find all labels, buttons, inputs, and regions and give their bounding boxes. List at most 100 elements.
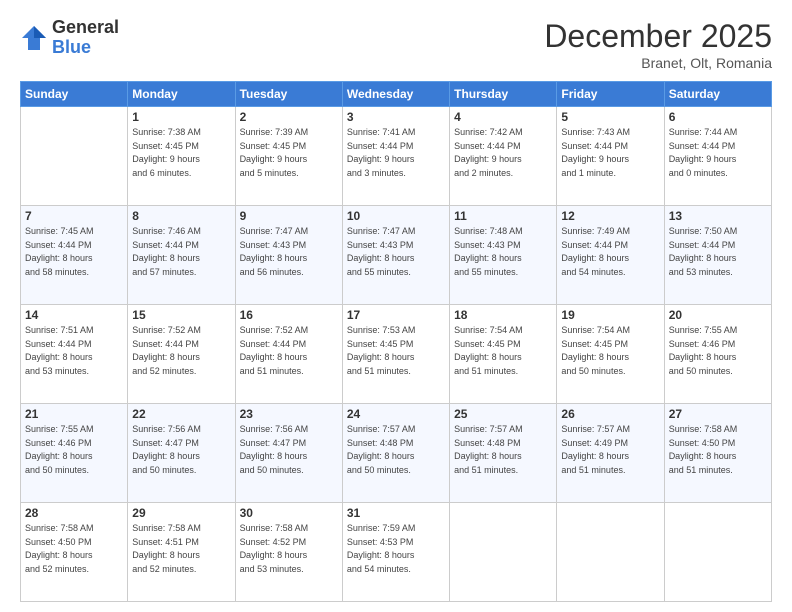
day-number: 24 <box>347 407 445 421</box>
day-info: Sunrise: 7:46 AM Sunset: 4:44 PM Dayligh… <box>132 225 230 279</box>
calendar-week-row: 1 Sunrise: 7:38 AM Sunset: 4:45 PM Daylig… <box>21 107 772 206</box>
day-number: 21 <box>25 407 123 421</box>
day-info: Sunrise: 7:47 AM Sunset: 4:43 PM Dayligh… <box>240 225 338 279</box>
table-cell: 10Sunrise: 7:47 AM Sunset: 4:43 PM Dayli… <box>342 206 449 305</box>
table-cell: 6Sunrise: 7:44 AM Sunset: 4:44 PM Daylig… <box>664 107 771 206</box>
month-title: December 2025 <box>544 18 772 55</box>
day-info: Sunrise: 7:58 AM Sunset: 4:50 PM Dayligh… <box>669 423 767 477</box>
table-cell: 18 Sunrise: 7:54 AM Sunset: 4:45 PM Dayli… <box>450 305 557 404</box>
table-cell: 1 Sunrise: 7:38 AM Sunset: 4:45 PM Daylig… <box>128 107 235 206</box>
day-number: 3 <box>347 110 445 124</box>
col-friday: Friday <box>557 82 664 107</box>
table-cell: 23 Sunrise: 7:56 AM Sunset: 4:47 PM Dayli… <box>235 404 342 503</box>
day-info: Sunrise: 7:48 AM Sunset: 4:43 PM Dayligh… <box>454 225 552 279</box>
day-number: 10 <box>347 209 445 223</box>
table-cell: 31 Sunrise: 7:59 AM Sunset: 4:53 PM Dayli… <box>342 503 449 602</box>
day-number: 26 <box>561 407 659 421</box>
calendar-week-row: 28 Sunrise: 7:58 AM Sunset: 4:50 PM Dayli… <box>21 503 772 602</box>
logo: General Blue <box>20 18 119 58</box>
day-number: 27 <box>669 407 767 421</box>
day-info: Sunrise: 7:54 AM Sunset: 4:45 PM Dayligh… <box>454 324 552 378</box>
col-saturday: Saturday <box>664 82 771 107</box>
day-number: 19 <box>561 308 659 322</box>
col-wednesday: Wednesday <box>342 82 449 107</box>
table-cell: 15 Sunrise: 7:52 AM Sunset: 4:44 PM Dayli… <box>128 305 235 404</box>
table-cell: 30 Sunrise: 7:58 AM Sunset: 4:52 PM Dayli… <box>235 503 342 602</box>
col-monday: Monday <box>128 82 235 107</box>
day-info: Sunrise: 7:53 AM Sunset: 4:45 PM Dayligh… <box>347 324 445 378</box>
logo-blue-text: Blue <box>52 37 91 57</box>
page: General Blue December 2025 Branet, Olt, … <box>0 0 792 612</box>
day-number: 23 <box>240 407 338 421</box>
day-number: 30 <box>240 506 338 520</box>
table-cell: 4 Sunrise: 7:42 AM Sunset: 4:44 PM Daylig… <box>450 107 557 206</box>
day-info: Sunrise: 7:50 AM Sunset: 4:44 PM Dayligh… <box>669 225 767 279</box>
day-info: Sunrise: 7:55 AM Sunset: 4:46 PM Dayligh… <box>25 423 123 477</box>
day-number: 22 <box>132 407 230 421</box>
day-number: 8 <box>132 209 230 223</box>
col-tuesday: Tuesday <box>235 82 342 107</box>
table-cell <box>450 503 557 602</box>
day-number: 4 <box>454 110 552 124</box>
table-cell: 8 Sunrise: 7:46 AM Sunset: 4:44 PM Daylig… <box>128 206 235 305</box>
day-info: Sunrise: 7:41 AM Sunset: 4:44 PM Dayligh… <box>347 126 445 180</box>
day-number: 18 <box>454 308 552 322</box>
table-cell: 28 Sunrise: 7:58 AM Sunset: 4:50 PM Dayli… <box>21 503 128 602</box>
table-cell: 7 Sunrise: 7:45 AM Sunset: 4:44 PM Daylig… <box>21 206 128 305</box>
table-cell: 27 Sunrise: 7:58 AM Sunset: 4:50 PM Dayli… <box>664 404 771 503</box>
calendar-week-row: 7 Sunrise: 7:45 AM Sunset: 4:44 PM Daylig… <box>21 206 772 305</box>
table-cell: 5Sunrise: 7:43 AM Sunset: 4:44 PM Daylig… <box>557 107 664 206</box>
table-cell: 29Sunrise: 7:58 AM Sunset: 4:51 PM Dayli… <box>128 503 235 602</box>
day-number: 12 <box>561 209 659 223</box>
day-number: 1 <box>132 110 230 124</box>
table-cell: 26 Sunrise: 7:57 AM Sunset: 4:49 PM Dayli… <box>557 404 664 503</box>
day-info: Sunrise: 7:51 AM Sunset: 4:44 PM Dayligh… <box>25 324 123 378</box>
day-info: Sunrise: 7:52 AM Sunset: 4:44 PM Dayligh… <box>132 324 230 378</box>
day-info: Sunrise: 7:49 AM Sunset: 4:44 PM Dayligh… <box>561 225 659 279</box>
day-number: 15 <box>132 308 230 322</box>
table-cell: 20 Sunrise: 7:55 AM Sunset: 4:46 PM Dayli… <box>664 305 771 404</box>
table-cell: 17 Sunrise: 7:53 AM Sunset: 4:45 PM Dayli… <box>342 305 449 404</box>
table-cell: 9Sunrise: 7:47 AM Sunset: 4:43 PM Daylig… <box>235 206 342 305</box>
table-cell: 19Sunrise: 7:54 AM Sunset: 4:45 PM Dayli… <box>557 305 664 404</box>
day-info: Sunrise: 7:45 AM Sunset: 4:44 PM Dayligh… <box>25 225 123 279</box>
day-number: 11 <box>454 209 552 223</box>
calendar-header-row: Sunday Monday Tuesday Wednesday Thursday… <box>21 82 772 107</box>
day-number: 17 <box>347 308 445 322</box>
day-info: Sunrise: 7:56 AM Sunset: 4:47 PM Dayligh… <box>132 423 230 477</box>
day-number: 5 <box>561 110 659 124</box>
day-number: 28 <box>25 506 123 520</box>
logo-general-text: General <box>52 17 119 37</box>
day-number: 7 <box>25 209 123 223</box>
day-number: 14 <box>25 308 123 322</box>
day-info: Sunrise: 7:57 AM Sunset: 4:48 PM Dayligh… <box>454 423 552 477</box>
location-subtitle: Branet, Olt, Romania <box>544 55 772 71</box>
day-info: Sunrise: 7:55 AM Sunset: 4:46 PM Dayligh… <box>669 324 767 378</box>
table-cell: 3 Sunrise: 7:41 AM Sunset: 4:44 PM Daylig… <box>342 107 449 206</box>
table-cell: 22 Sunrise: 7:56 AM Sunset: 4:47 PM Dayli… <box>128 404 235 503</box>
day-number: 6 <box>669 110 767 124</box>
logo-text: General Blue <box>52 18 119 58</box>
day-info: Sunrise: 7:58 AM Sunset: 4:50 PM Dayligh… <box>25 522 123 576</box>
table-cell: 25Sunrise: 7:57 AM Sunset: 4:48 PM Dayli… <box>450 404 557 503</box>
day-info: Sunrise: 7:58 AM Sunset: 4:51 PM Dayligh… <box>132 522 230 576</box>
table-cell <box>664 503 771 602</box>
calendar-week-row: 21 Sunrise: 7:55 AM Sunset: 4:46 PM Dayli… <box>21 404 772 503</box>
table-cell: 2Sunrise: 7:39 AM Sunset: 4:45 PM Daylig… <box>235 107 342 206</box>
col-sunday: Sunday <box>21 82 128 107</box>
day-info: Sunrise: 7:38 AM Sunset: 4:45 PM Dayligh… <box>132 126 230 180</box>
day-info: Sunrise: 7:57 AM Sunset: 4:48 PM Dayligh… <box>347 423 445 477</box>
table-cell: 16Sunrise: 7:52 AM Sunset: 4:44 PM Dayli… <box>235 305 342 404</box>
table-cell: 12 Sunrise: 7:49 AM Sunset: 4:44 PM Dayli… <box>557 206 664 305</box>
day-info: Sunrise: 7:57 AM Sunset: 4:49 PM Dayligh… <box>561 423 659 477</box>
day-info: Sunrise: 7:56 AM Sunset: 4:47 PM Dayligh… <box>240 423 338 477</box>
day-info: Sunrise: 7:42 AM Sunset: 4:44 PM Dayligh… <box>454 126 552 180</box>
col-thursday: Thursday <box>450 82 557 107</box>
day-info: Sunrise: 7:59 AM Sunset: 4:53 PM Dayligh… <box>347 522 445 576</box>
calendar-week-row: 14 Sunrise: 7:51 AM Sunset: 4:44 PM Dayli… <box>21 305 772 404</box>
day-info: Sunrise: 7:58 AM Sunset: 4:52 PM Dayligh… <box>240 522 338 576</box>
day-number: 20 <box>669 308 767 322</box>
day-number: 31 <box>347 506 445 520</box>
table-cell: 11 Sunrise: 7:48 AM Sunset: 4:43 PM Dayli… <box>450 206 557 305</box>
day-info: Sunrise: 7:39 AM Sunset: 4:45 PM Dayligh… <box>240 126 338 180</box>
